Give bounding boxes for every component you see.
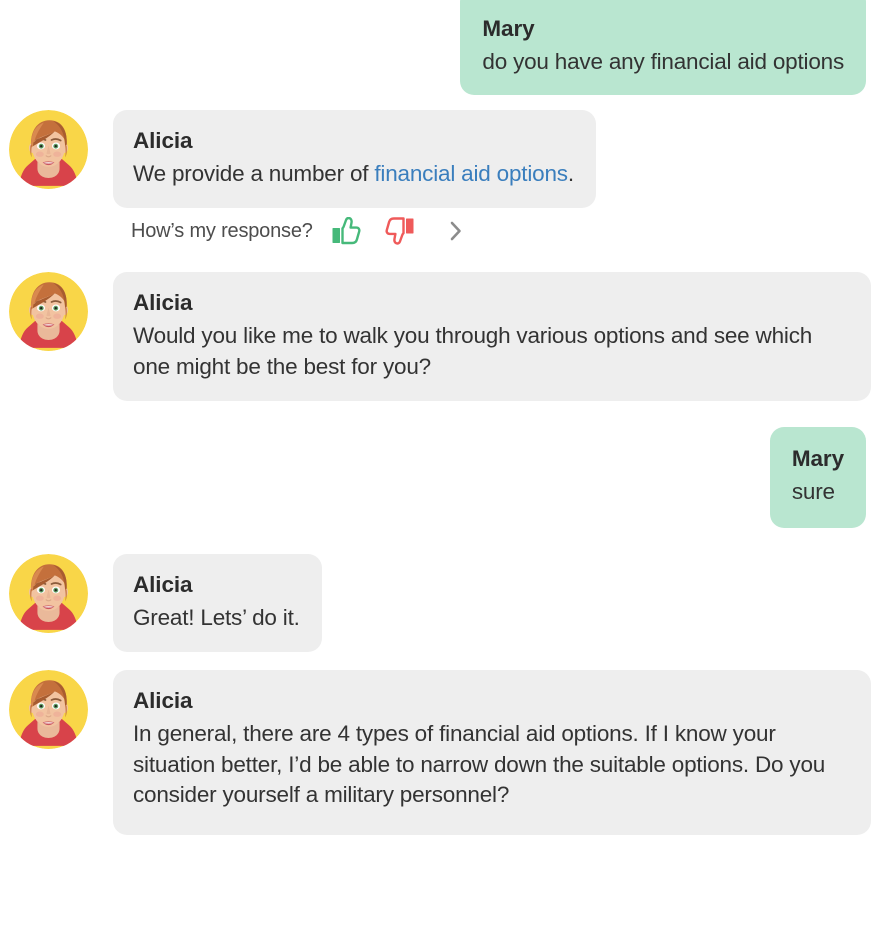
message-text-before-link: We provide a number of xyxy=(133,160,375,186)
thumbs-up-icon[interactable] xyxy=(325,211,369,251)
avatar[interactable] xyxy=(9,670,88,750)
message-row-outgoing: Mary do you have any financial aid optio… xyxy=(0,0,880,96)
avatar-slot xyxy=(0,110,113,189)
chat-transcript: Mary do you have any financial aid optio… xyxy=(0,0,880,948)
chevron-right-icon[interactable] xyxy=(439,214,473,248)
thumbs-down-icon[interactable] xyxy=(377,211,421,251)
message-sender-name: Alicia xyxy=(133,571,193,597)
message-sender-name: Alicia xyxy=(133,290,193,316)
message-sender-name: Alicia xyxy=(133,688,193,714)
response-feedback-bar: How’s my response? xyxy=(0,208,880,254)
feedback-prompt: How’s my response? xyxy=(131,219,313,242)
message-row-outgoing: Mary sure xyxy=(0,427,880,528)
message-text: Would you like me to walk you through va… xyxy=(133,323,819,379)
chat-bubble-agent[interactable]: Alicia In general, there are 4 types of … xyxy=(113,670,871,835)
avatar[interactable] xyxy=(9,272,88,352)
chat-bubble-agent[interactable]: Alicia We provide a number of financial … xyxy=(113,110,596,209)
financial-aid-options-link[interactable]: financial aid options xyxy=(374,161,568,186)
message-text: sure xyxy=(791,479,835,505)
message-row-incoming: Alicia Great! Lets’ do it. xyxy=(0,553,880,653)
chat-bubble-user[interactable]: Mary do you have any financial aid optio… xyxy=(460,0,866,96)
message-row-incoming: Alicia In general, there are 4 types of … xyxy=(0,670,880,835)
avatar-slot xyxy=(0,670,113,750)
message-text-after-link: . xyxy=(567,160,574,186)
avatar-slot xyxy=(0,553,113,633)
message-row-incoming: Alicia We provide a number of financial … xyxy=(0,110,880,209)
message-row-incoming: Alicia Would you like me to walk you thr… xyxy=(0,272,880,402)
message-text: do you have any financial aid options xyxy=(482,48,844,74)
message-text: In general, there are 4 types of financi… xyxy=(133,720,832,808)
chat-bubble-agent[interactable]: Alicia Great! Lets’ do it. xyxy=(113,553,322,653)
avatar-slot xyxy=(0,272,113,352)
message-sender-name: Alicia xyxy=(133,128,193,153)
message-sender-name: Mary xyxy=(482,16,535,41)
message-sender-name: Mary xyxy=(791,446,844,472)
message-text: Great! Lets’ do it. xyxy=(133,604,300,630)
message-text: We provide a number of financial aid opt… xyxy=(133,159,574,190)
chat-bubble-user[interactable]: Mary sure xyxy=(769,427,866,528)
avatar[interactable] xyxy=(9,110,88,189)
avatar[interactable] xyxy=(9,553,88,633)
chat-bubble-agent[interactable]: Alicia Would you like me to walk you thr… xyxy=(113,272,871,402)
